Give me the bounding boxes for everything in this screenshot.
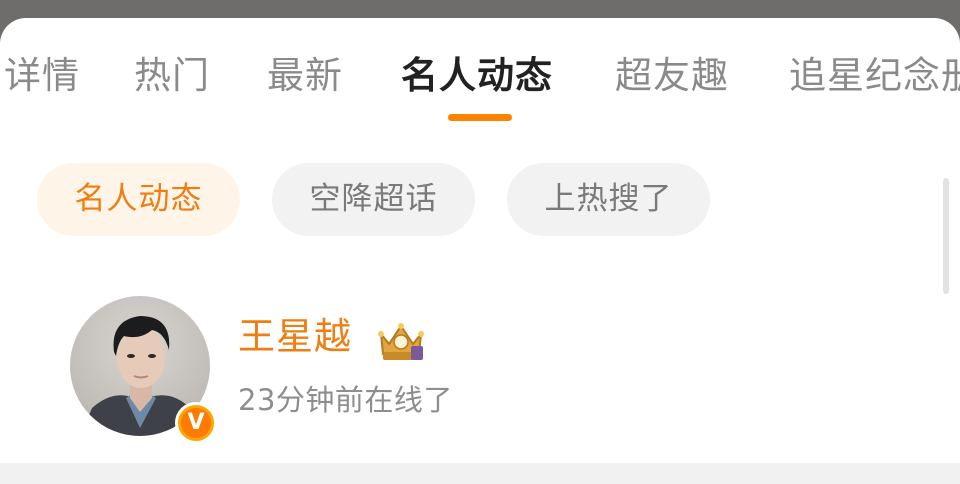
crown-icon [378, 323, 424, 360]
scrollbar[interactable] [943, 178, 949, 294]
tab-celebrity-updates[interactable]: 名人动态 [401, 54, 553, 98]
online-status: 23分钟前在线了 [238, 383, 453, 417]
verified-badge-icon: V [175, 402, 217, 444]
filter-chip-airdrop-topic[interactable]: 空降超话 [272, 163, 475, 236]
section-divider [0, 463, 960, 484]
tab-fan-memories[interactable]: 追星纪念册 [789, 54, 960, 98]
tab-super-fun[interactable]: 超友趣 [615, 54, 729, 98]
filter-chip-celebrity-updates[interactable]: 名人动态 [37, 163, 240, 236]
tab-latest[interactable]: 最新 [267, 54, 343, 98]
filter-chip-trending[interactable]: 上热搜了 [507, 163, 710, 236]
tab-hot[interactable]: 热门 [134, 54, 210, 98]
active-tab-indicator [448, 114, 512, 121]
username[interactable]: 王星越 [238, 314, 352, 360]
tab-bar: 详情 热门 最新 名人动态 超友趣 追星纪念册 [0, 18, 960, 128]
bottom-sheet: 详情 热门 最新 名人动态 超友趣 追星纪念册 名人动态 空降超话 上热搜了 V… [0, 18, 960, 484]
tab-details[interactable]: 详情 [4, 54, 80, 98]
